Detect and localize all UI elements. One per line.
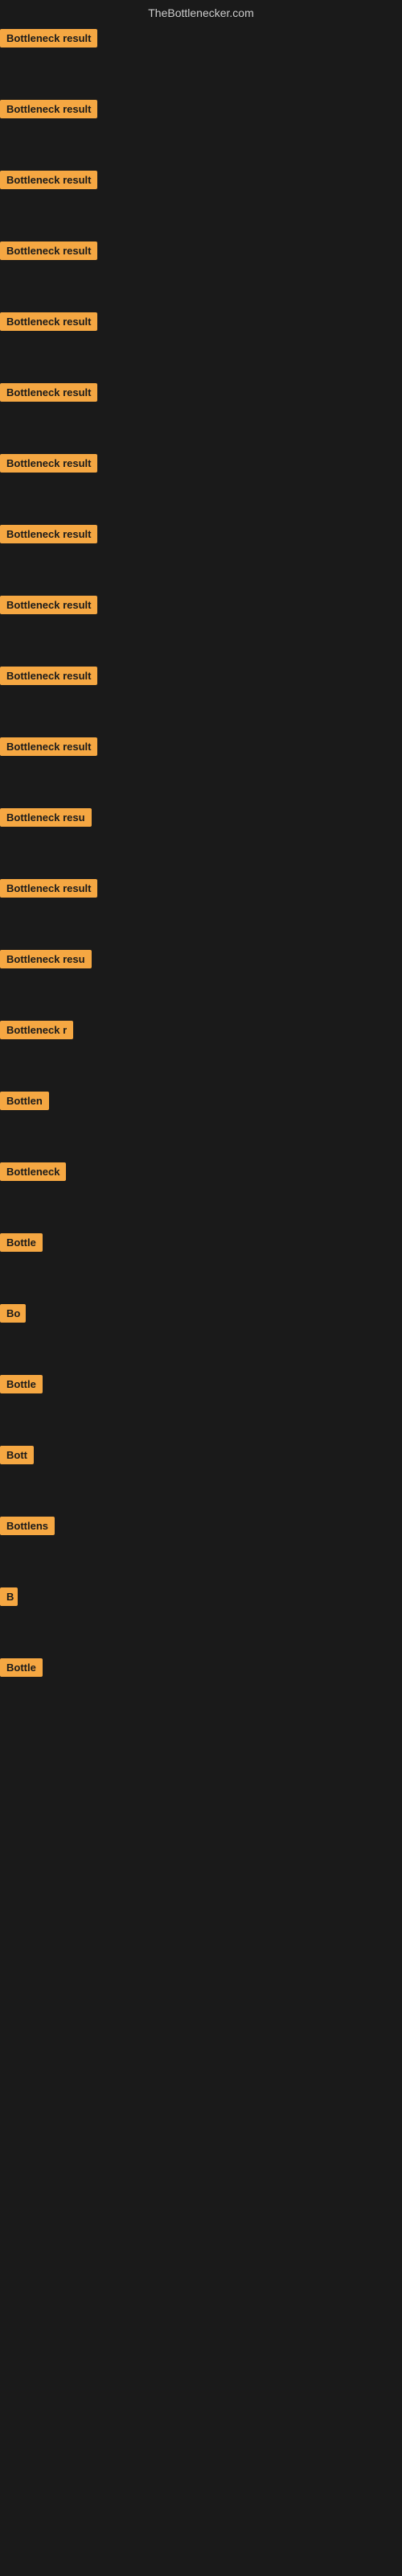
page-wrapper: TheBottlenecker.com Bottleneck resultBot… [0, 0, 402, 1723]
bottleneck-result-badge[interactable]: Bott [0, 1446, 34, 1464]
bottleneck-result-badge[interactable]: Bottlens [0, 1517, 55, 1535]
items-list: Bottleneck result Bottleneck result Bottle… [0, 23, 402, 1723]
bottleneck-result-badge[interactable]: Bottleneck [0, 1162, 66, 1181]
bottleneck-result-badge[interactable]: Bottle [0, 1233, 43, 1252]
list-item: Bottleneck result [0, 731, 402, 802]
bottleneck-result-badge[interactable]: Bottleneck result [0, 312, 97, 331]
bottleneck-result-badge[interactable]: Bottleneck result [0, 879, 97, 898]
bottleneck-result-badge[interactable]: Bottleneck r [0, 1021, 73, 1039]
list-item: B [0, 1581, 402, 1652]
bottleneck-result-badge[interactable]: Bottle [0, 1375, 43, 1393]
bottleneck-result-badge[interactable]: Bottleneck result [0, 242, 97, 260]
list-item: Bottleneck result [0, 23, 402, 93]
bottleneck-result-badge[interactable]: Bottleneck resu [0, 808, 92, 827]
list-item: Bottleneck [0, 1156, 402, 1227]
list-item: Bo [0, 1298, 402, 1368]
list-item: Bottleneck resu [0, 802, 402, 873]
bottleneck-result-badge[interactable]: Bottleneck result [0, 667, 97, 685]
list-item: Bottleneck result [0, 589, 402, 660]
list-item: Bottleneck result [0, 377, 402, 448]
list-item: Bottleneck result [0, 518, 402, 589]
list-item: Bottleneck result [0, 448, 402, 518]
bottleneck-result-badge[interactable]: Bo [0, 1304, 26, 1323]
bottleneck-result-badge[interactable]: Bottleneck result [0, 383, 97, 402]
bottleneck-result-badge[interactable]: Bottlen [0, 1092, 49, 1110]
bottleneck-result-badge[interactable]: Bottleneck result [0, 454, 97, 473]
list-item: Bottle [0, 1227, 402, 1298]
list-item: Bottleneck result [0, 235, 402, 306]
list-item: Bottleneck result [0, 873, 402, 943]
list-item: Bottle [0, 1368, 402, 1439]
site-title: TheBottlenecker.com [0, 0, 402, 23]
list-item: Bottleneck result [0, 93, 402, 164]
bottleneck-result-badge[interactable]: Bottleneck result [0, 29, 97, 47]
list-item: Bottleneck result [0, 164, 402, 235]
list-item: Bottleneck resu [0, 943, 402, 1014]
bottleneck-result-badge[interactable]: Bottleneck result [0, 171, 97, 189]
list-item: Bottlens [0, 1510, 402, 1581]
bottleneck-result-badge[interactable]: Bottleneck result [0, 525, 97, 543]
bottleneck-result-badge[interactable]: Bottleneck result [0, 737, 97, 756]
bottleneck-result-badge[interactable]: Bottleneck result [0, 596, 97, 614]
list-item: Bott [0, 1439, 402, 1510]
bottleneck-result-badge[interactable]: Bottleneck resu [0, 950, 92, 968]
list-item: Bottleneck result [0, 306, 402, 377]
list-item: Bottleneck result [0, 660, 402, 731]
list-item: Bottlen [0, 1085, 402, 1156]
bottleneck-result-badge[interactable]: Bottleneck result [0, 100, 97, 118]
list-item: Bottleneck r [0, 1014, 402, 1085]
bottleneck-result-badge[interactable]: B [0, 1587, 18, 1606]
list-item: Bottle [0, 1652, 402, 1723]
bottleneck-result-badge[interactable]: Bottle [0, 1658, 43, 1677]
